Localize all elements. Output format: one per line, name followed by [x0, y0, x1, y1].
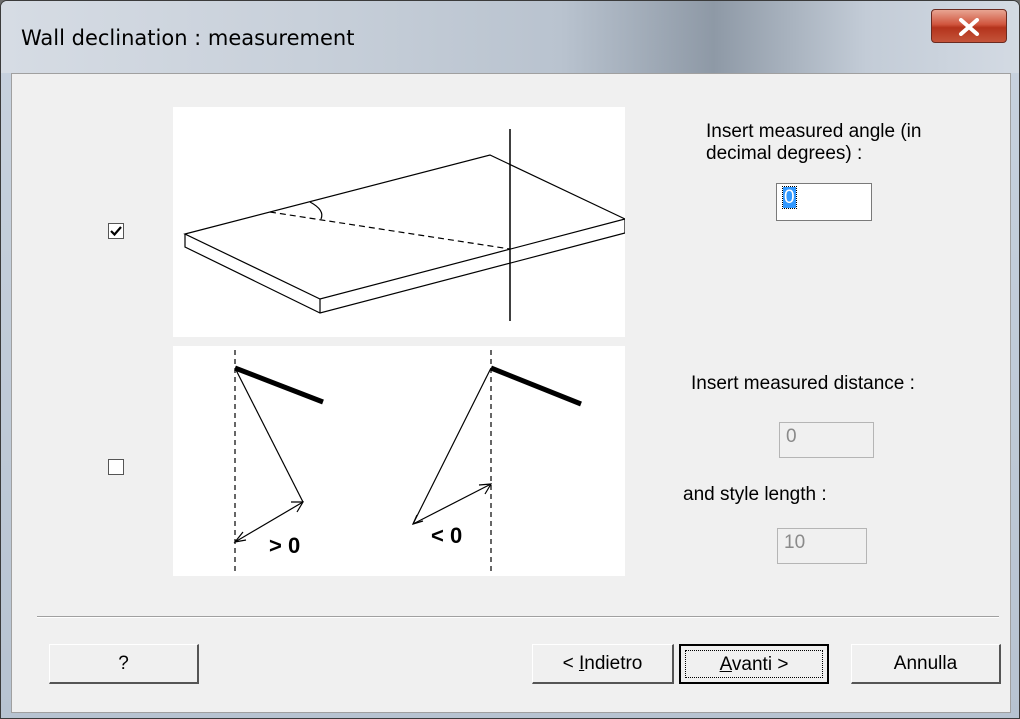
style-length-prompt: and style length :: [683, 484, 827, 505]
angle-prompt-line2: decimal degrees) :: [706, 143, 863, 164]
window-title: Wall declination : measurement: [21, 26, 355, 50]
back-rest: ndietro: [584, 653, 643, 674]
next-button[interactable]: Avanti >: [679, 644, 829, 684]
help-button-label: ?: [118, 653, 129, 674]
close-button[interactable]: [931, 9, 1007, 43]
angle-input-value: 0: [782, 186, 797, 209]
distance-option-checkbox[interactable]: [108, 459, 124, 475]
cancel-button-label: Annulla: [893, 653, 958, 674]
cancel-button[interactable]: Annulla: [851, 644, 1001, 684]
distance-measurement-diagram: > 0 < 0: [173, 346, 625, 576]
angle-option-checkbox[interactable]: [108, 223, 124, 239]
angle-input[interactable]: 0: [776, 183, 872, 221]
style-length-input[interactable]: 10: [777, 528, 867, 564]
next-focus-rect: [685, 650, 823, 678]
dialog-window: Wall declination : measurement > 0 < 0 I…: [0, 0, 1020, 719]
back-button[interactable]: < Indietro: [532, 644, 674, 684]
angle-measurement-diagram: [173, 107, 627, 337]
label-positive: > 0: [269, 533, 300, 558]
back-prefix: <: [562, 653, 579, 674]
angle-prompt-line1: Insert measured angle (in: [706, 121, 922, 142]
close-icon: [959, 18, 979, 36]
distance-prompt: Insert measured distance :: [691, 373, 915, 394]
title-bar[interactable]: Wall declination : measurement: [1, 1, 1019, 73]
distance-input[interactable]: 0: [779, 422, 874, 458]
button-separator: [37, 616, 999, 618]
checkmark-icon: [110, 226, 122, 237]
help-button[interactable]: ?: [49, 644, 199, 684]
label-negative: < 0: [431, 523, 462, 548]
